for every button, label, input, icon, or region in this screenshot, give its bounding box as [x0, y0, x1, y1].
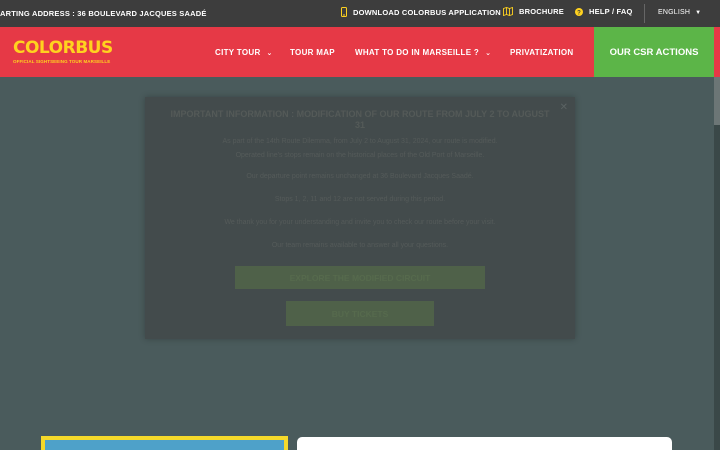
scrollbar-thumb[interactable] — [714, 77, 720, 125]
nav-item-label: TOUR MAP — [290, 48, 335, 57]
info-modal: ✕ IMPORTANT INFORMATION : MODIFICATION O… — [145, 97, 575, 339]
modal-text-line: As part of the 14th Route Dilemma, from … — [222, 138, 498, 145]
nav-item-privatization[interactable]: PRIVATIZATION — [510, 48, 573, 57]
language-selector[interactable]: ENGLISH ▼ — [658, 9, 701, 16]
colorbus-logo[interactable]: COLORBUS OFFICIAL SIGHTSEEING TOUR MARSE… — [13, 38, 113, 65]
modal-text-line: Our departure point remains unchanged at… — [246, 173, 474, 180]
question-circle-icon: ? — [575, 7, 583, 16]
modal-text-line: Our team remains available to answer all… — [271, 242, 449, 249]
explore-modified-circuit-button[interactable]: EXPLORE THE MODIFIED CIRCUIT — [235, 266, 485, 289]
modal-text-line: We thank you for your understanding and … — [224, 219, 496, 226]
starting-address: ARTING ADDRESS : 36 BOULEVARD JACQUES SA… — [0, 9, 207, 18]
download-app-link[interactable]: DOWNLOAD COLORBUS APPLICATION — [341, 7, 501, 17]
buy-tickets-button[interactable]: BUY TICKETS — [286, 301, 434, 326]
mobile-phone-icon — [341, 7, 347, 17]
chevron-down-icon: ⌄ — [266, 49, 273, 57]
content-card — [297, 437, 672, 450]
modal-text-line: Stops 1, 2, 11 and 12 are not served dur… — [274, 196, 446, 203]
nav-item-label: WHAT TO DO IN MARSEILLE ? — [355, 48, 480, 57]
help-faq-label: HELP / FAQ — [589, 7, 633, 16]
download-app-label: DOWNLOAD COLORBUS APPLICATION — [353, 7, 501, 17]
svg-text:?: ? — [577, 10, 581, 16]
map-icon — [503, 7, 513, 16]
promo-image-card — [41, 436, 288, 450]
csr-actions-button[interactable]: OUR CSR ACTIONS — [594, 27, 714, 77]
chevron-down-icon: ⌄ — [485, 49, 492, 57]
modal-text-line: Operated line's stops remain on the hist… — [235, 152, 485, 159]
logo-text: COLORBUS — [13, 38, 113, 58]
language-label: ENGLISH — [658, 9, 691, 16]
help-faq-link[interactable]: ? HELP / FAQ — [575, 7, 633, 16]
nav-item-tour-map[interactable]: TOUR MAP — [290, 48, 335, 57]
nav-item-city-tour[interactable]: CITY TOUR ⌄ — [215, 48, 273, 57]
caret-down-icon: ▼ — [695, 9, 702, 16]
scrollbar-track[interactable] — [714, 77, 720, 450]
brochure-label: BROCHURE — [519, 7, 564, 16]
topbar-divider — [644, 4, 645, 23]
modal-title: IMPORTANT INFORMATION : MODIFICATION OF … — [170, 109, 550, 131]
nav-item-label: PRIVATIZATION — [510, 48, 574, 57]
top-bar: ARTING ADDRESS : 36 BOULEVARD JACQUES SA… — [0, 0, 720, 27]
logo-tagline: OFFICIAL SIGHTSEEING TOUR MARSEILLE — [13, 59, 111, 64]
nav-item-what-to-do[interactable]: WHAT TO DO IN MARSEILLE ? ⌄ — [355, 48, 491, 57]
nav-item-label: CITY TOUR — [215, 48, 261, 57]
close-icon[interactable]: ✕ — [560, 102, 568, 113]
brochure-link[interactable]: BROCHURE — [503, 7, 564, 16]
